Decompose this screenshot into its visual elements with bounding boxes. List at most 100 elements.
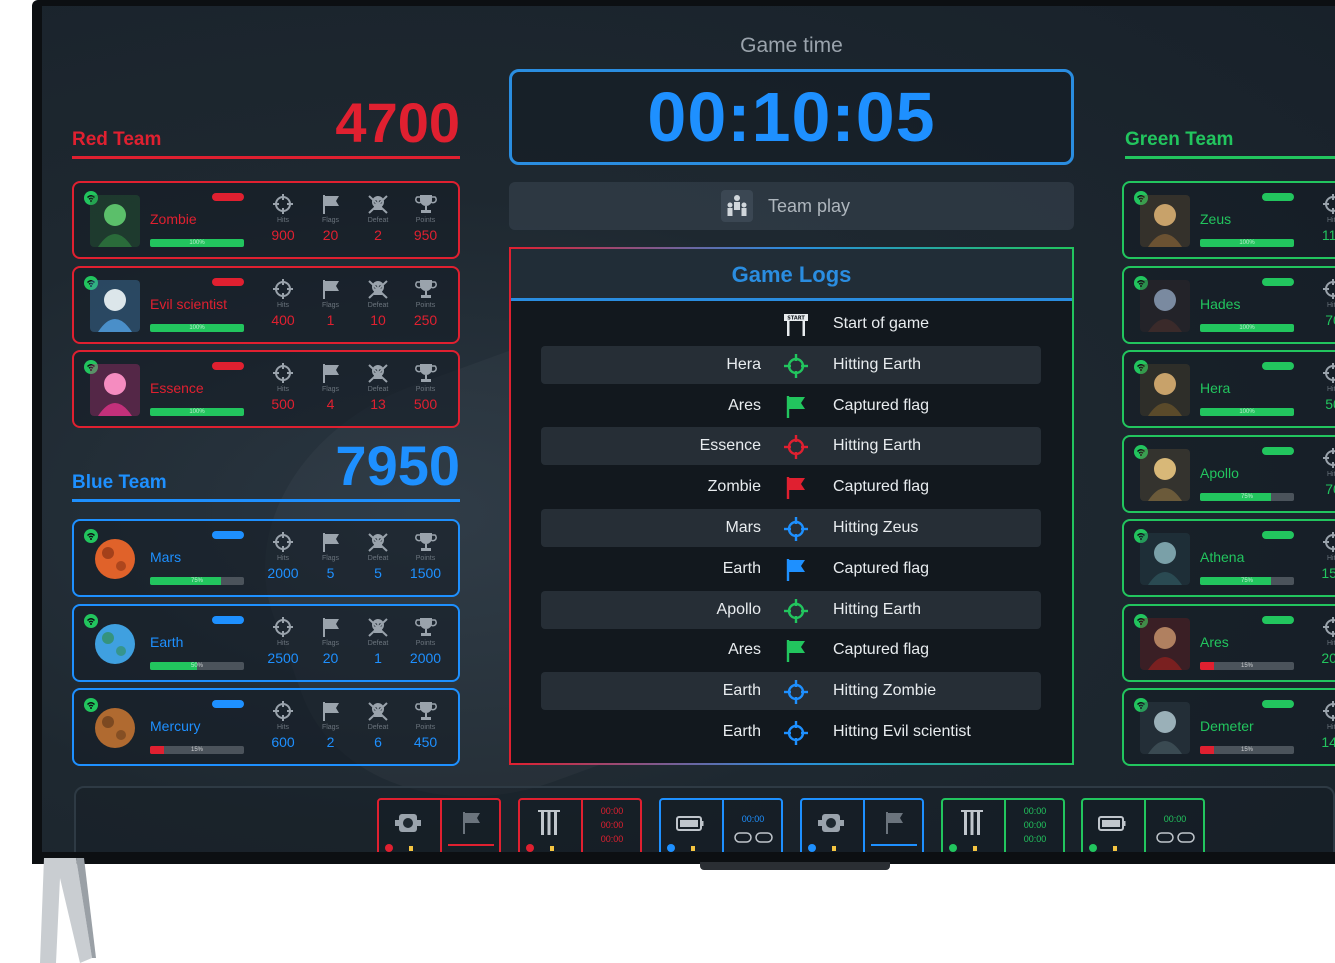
device-left-panel	[379, 800, 439, 852]
blue-device-tile[interactable]	[800, 798, 924, 852]
device-timer: 00:00	[1023, 820, 1047, 830]
red-team-header: Red Team 4700	[72, 91, 460, 159]
health-percent: 100%	[189, 240, 205, 246]
stat-flags: Flags 5	[309, 529, 353, 593]
stat-label: Hits	[276, 217, 290, 224]
green-player-card[interactable]: Athena 75% Hits 155	[1122, 519, 1335, 597]
tv-bottom-bezel	[700, 862, 890, 870]
crosshair-icon	[783, 598, 809, 624]
health-percent: 15%	[1240, 662, 1253, 669]
game-logs-panel: Game Logs START Start of game Hera Hitti…	[509, 247, 1074, 765]
blue-player-card[interactable]: Mars 75% Hits 2000 Flags 5 Defeat 5 Poin…	[72, 519, 460, 597]
flags-icon	[309, 616, 353, 638]
stat-label: Points	[415, 555, 436, 562]
green-player-card[interactable]: Ares 15% Hits 200	[1122, 603, 1335, 682]
player-id-badge	[1262, 615, 1294, 624]
log-entry: Ares Captured flag	[541, 387, 1041, 425]
stat-hits: Hits 900	[261, 191, 305, 255]
green-player-card[interactable]: Zeus 100% Hits 110	[1122, 181, 1335, 259]
pillar-icon	[534, 808, 564, 843]
game-timer: 00:10:05	[509, 69, 1074, 165]
blue-team-score: 7950	[335, 434, 460, 497]
player-avatar	[1140, 279, 1190, 332]
device-battery-indicator	[832, 846, 836, 851]
stat-defeat: Defeat 10	[356, 276, 400, 340]
stat-points: Points 500	[404, 360, 448, 424]
red-team-score: 4700	[335, 91, 460, 154]
stat-flags: Flags 20	[309, 191, 353, 255]
scoreboard-screen: Red Team 4700 Blue Team 7950 Green Team …	[42, 6, 1335, 852]
flag-icon	[783, 394, 809, 420]
log-event: Hitting Zeus	[833, 519, 919, 536]
red-device-tile[interactable]	[377, 798, 501, 852]
stat-label: Hits	[1326, 301, 1335, 309]
device-status-dot	[949, 844, 957, 852]
device-right-panel: 00:00 00:00 00:00	[581, 800, 641, 852]
log-entry: Earth Captured flag	[541, 550, 1041, 588]
player-name: Zeus	[1200, 211, 1232, 227]
player-id-badge	[1262, 700, 1294, 708]
game-mode-label: Team play	[768, 196, 851, 216]
green-team-name: Green Team	[1125, 129, 1234, 150]
red-player-card[interactable]: Zombie 100% Hits 900 Flags 20 Defeat 2 P…	[72, 181, 460, 259]
health-percent: 75%	[1240, 493, 1253, 500]
stat-label: Defeat	[367, 301, 389, 309]
hits-icon	[261, 278, 305, 300]
log-event: Captured flag	[833, 396, 930, 414]
stat-value: 5	[326, 565, 335, 581]
blue-device-tile[interactable]: 00:00	[659, 798, 783, 852]
stat-label: Flags	[321, 386, 340, 393]
stat-label: Flags	[321, 555, 340, 562]
stat-label: Flags	[321, 639, 340, 647]
green-player-card[interactable]: Hades 100% Hits 70	[1122, 265, 1335, 344]
green-player-card[interactable]: Demeter 15% Hits 140	[1122, 688, 1335, 766]
hits-icon	[1311, 447, 1335, 469]
device-right-panel	[440, 800, 500, 852]
green-device-tile[interactable]: 00:00	[1081, 798, 1205, 852]
points-icon	[404, 616, 448, 638]
game-logs-title: Game Logs	[511, 249, 1072, 301]
pillar-icon	[957, 808, 987, 843]
player-avatar	[90, 702, 140, 754]
red-player-card[interactable]: Essence 100% Hits 500 Flags 4 Defeat 13 …	[72, 350, 460, 428]
stat-label: Points	[415, 217, 436, 224]
stat-label: Flags	[321, 724, 340, 731]
green-player-card[interactable]: Hera 100% Hits 50	[1122, 350, 1335, 428]
device-right-panel: 00:00	[722, 800, 782, 852]
player-name: Essence	[150, 380, 204, 396]
hits-icon	[1311, 616, 1335, 638]
blue-team-underline	[72, 499, 460, 502]
player-id-badge	[1262, 277, 1294, 286]
stat-value: 20	[322, 649, 339, 666]
battery-icon	[675, 808, 705, 843]
stat-flags: Flags 2	[309, 698, 353, 762]
red-player-card[interactable]: Evil scientist 100% Hits 400 Flags 1 Def…	[72, 265, 460, 344]
device-battery-indicator	[1113, 846, 1117, 851]
stat-hits: Hits 110	[1311, 191, 1335, 255]
device-status-dot	[385, 844, 393, 852]
device-status-dot	[667, 844, 675, 852]
blue-player-card[interactable]: Earth 50% Hits 2500 Flags 20 Defeat 1 Po…	[72, 603, 460, 682]
player-avatar	[1140, 448, 1190, 501]
game-mode-bar[interactable]: Team play	[509, 182, 1074, 230]
player-id-badge	[1262, 531, 1294, 539]
crosshair-icon	[783, 679, 809, 705]
stat-defeat: Defeat 6	[356, 698, 400, 762]
points-icon	[404, 362, 448, 384]
red-team-underline	[72, 156, 460, 159]
flag-icon	[879, 808, 909, 843]
stat-value: 70	[1325, 311, 1335, 328]
log-actor: Ares	[728, 641, 761, 659]
green-device-tile[interactable]: 00:00 00:00 00:00	[941, 798, 1065, 852]
stat-label: Defeat	[367, 386, 389, 393]
red-device-tile[interactable]: 00:00 00:00 00:00	[518, 798, 642, 852]
stat-value: 500	[413, 396, 438, 412]
toggle-icon	[734, 832, 773, 843]
blue-player-card[interactable]: Mercury 15% Hits 600 Flags 2 Defeat 6 Po…	[72, 688, 460, 766]
flags-icon	[309, 278, 353, 300]
green-player-card[interactable]: Apollo 75% Hits 70	[1122, 434, 1335, 513]
hits-icon	[261, 193, 305, 215]
log-entry: Earth Hitting Evil scientist	[541, 713, 1041, 751]
player-name: Mercury	[150, 718, 201, 734]
stat-label: Hits	[1326, 470, 1335, 478]
